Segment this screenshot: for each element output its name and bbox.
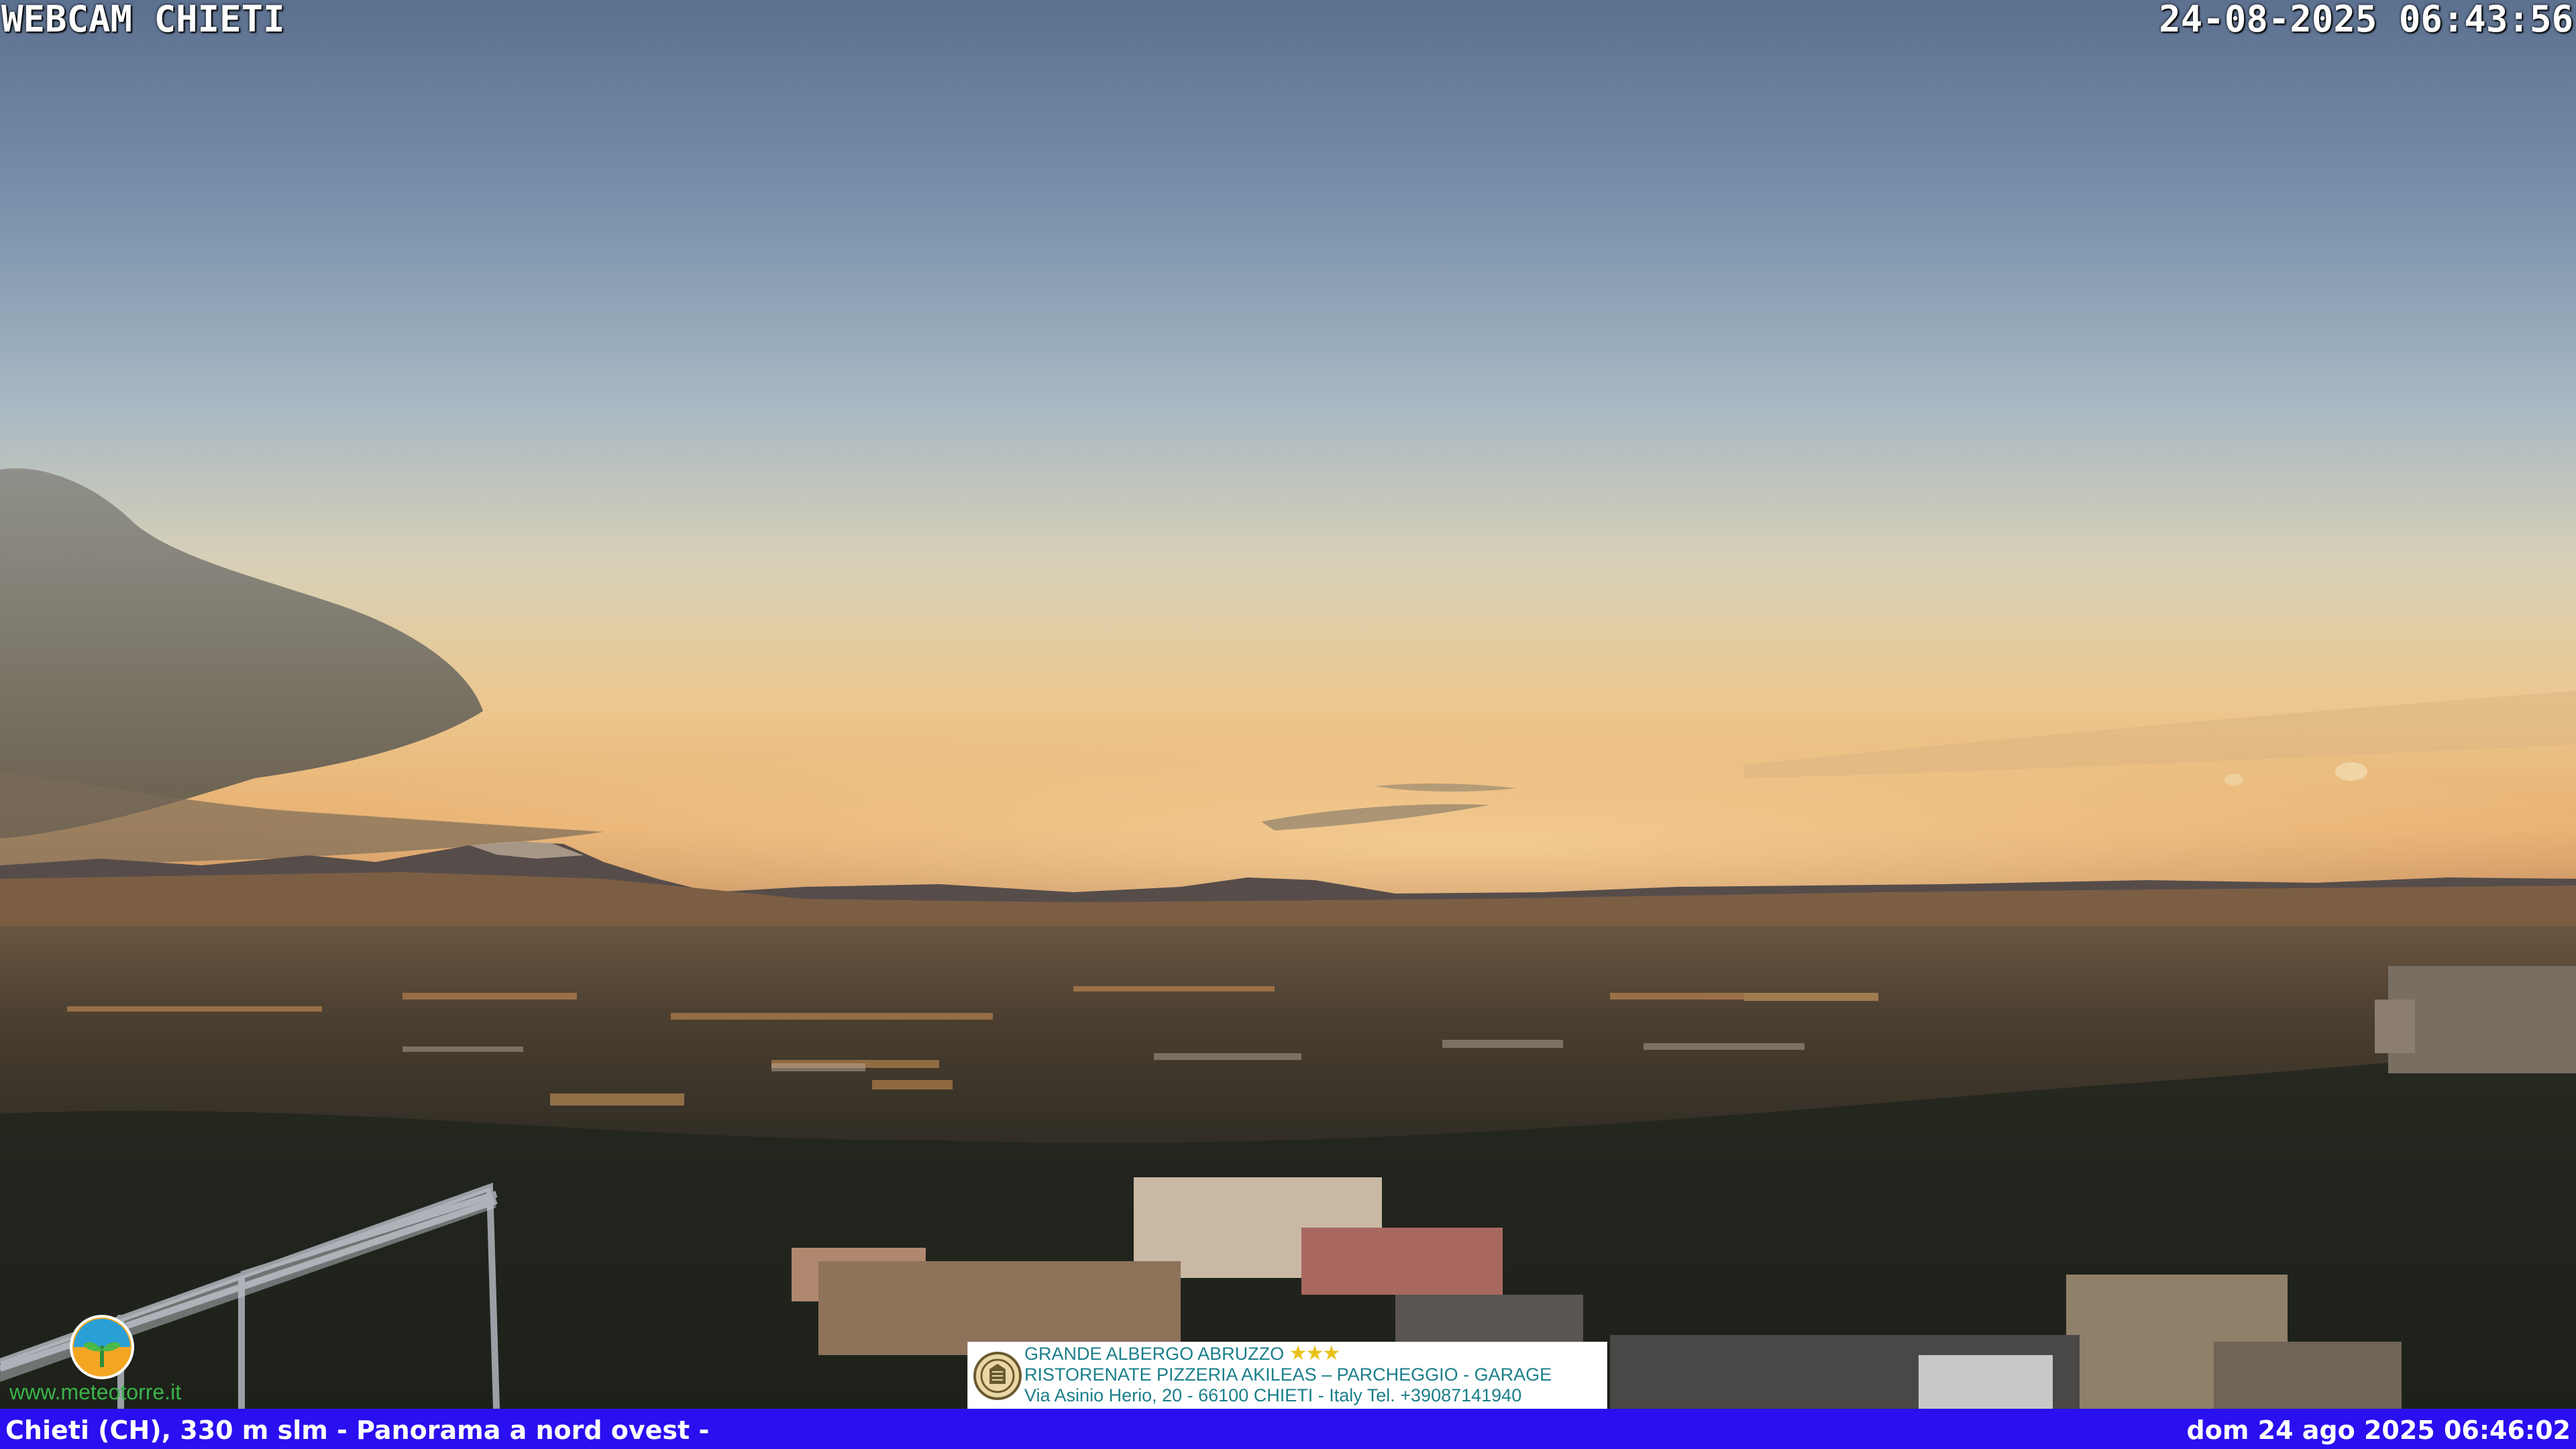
capture-timestamp: 24-08-2025 06:43:56 xyxy=(2159,0,2573,40)
ad-line-hotel: GRANDE ALBERGO ABRUZZO ★★★ xyxy=(1024,1343,1552,1364)
hotel-name: GRANDE ALBERGO ABRUZZO xyxy=(1024,1344,1285,1364)
ad-line-address: Via Asinio Herio, 20 - 66100 CHIETI - It… xyxy=(1024,1385,1522,1405)
hotel-crest-icon xyxy=(973,1352,1022,1400)
rating-stars-icon: ★★★ xyxy=(1289,1342,1341,1364)
meteotorre-logo-icon xyxy=(70,1315,134,1379)
webcam-frame: WEBCAM CHIETI 24-08-2025 06:43:56 www.me… xyxy=(0,0,2576,1449)
panorama-image xyxy=(0,0,2576,1409)
meteotorre-url[interactable]: www.meteotorre.it xyxy=(9,1380,181,1405)
meteotorre-brand[interactable]: www.meteotorre.it xyxy=(7,1309,221,1409)
footer-datetime: dom 24 ago 2025 06:46:02 xyxy=(2186,1415,2571,1445)
webcam-title: WEBCAM CHIETI xyxy=(1,0,285,40)
footer-bar: Chieti (CH), 330 m slm - Panorama a nord… xyxy=(0,1409,2576,1449)
hotel-advertisement[interactable]: GRANDE ALBERGO ABRUZZO ★★★ RISTORENATE P… xyxy=(967,1342,1607,1410)
location-caption: Chieti (CH), 330 m slm - Panorama a nord… xyxy=(5,1415,710,1445)
ad-line-services: RISTORENATE PIZZERIA AKILEAS – PARCHEGGI… xyxy=(1024,1364,1552,1385)
